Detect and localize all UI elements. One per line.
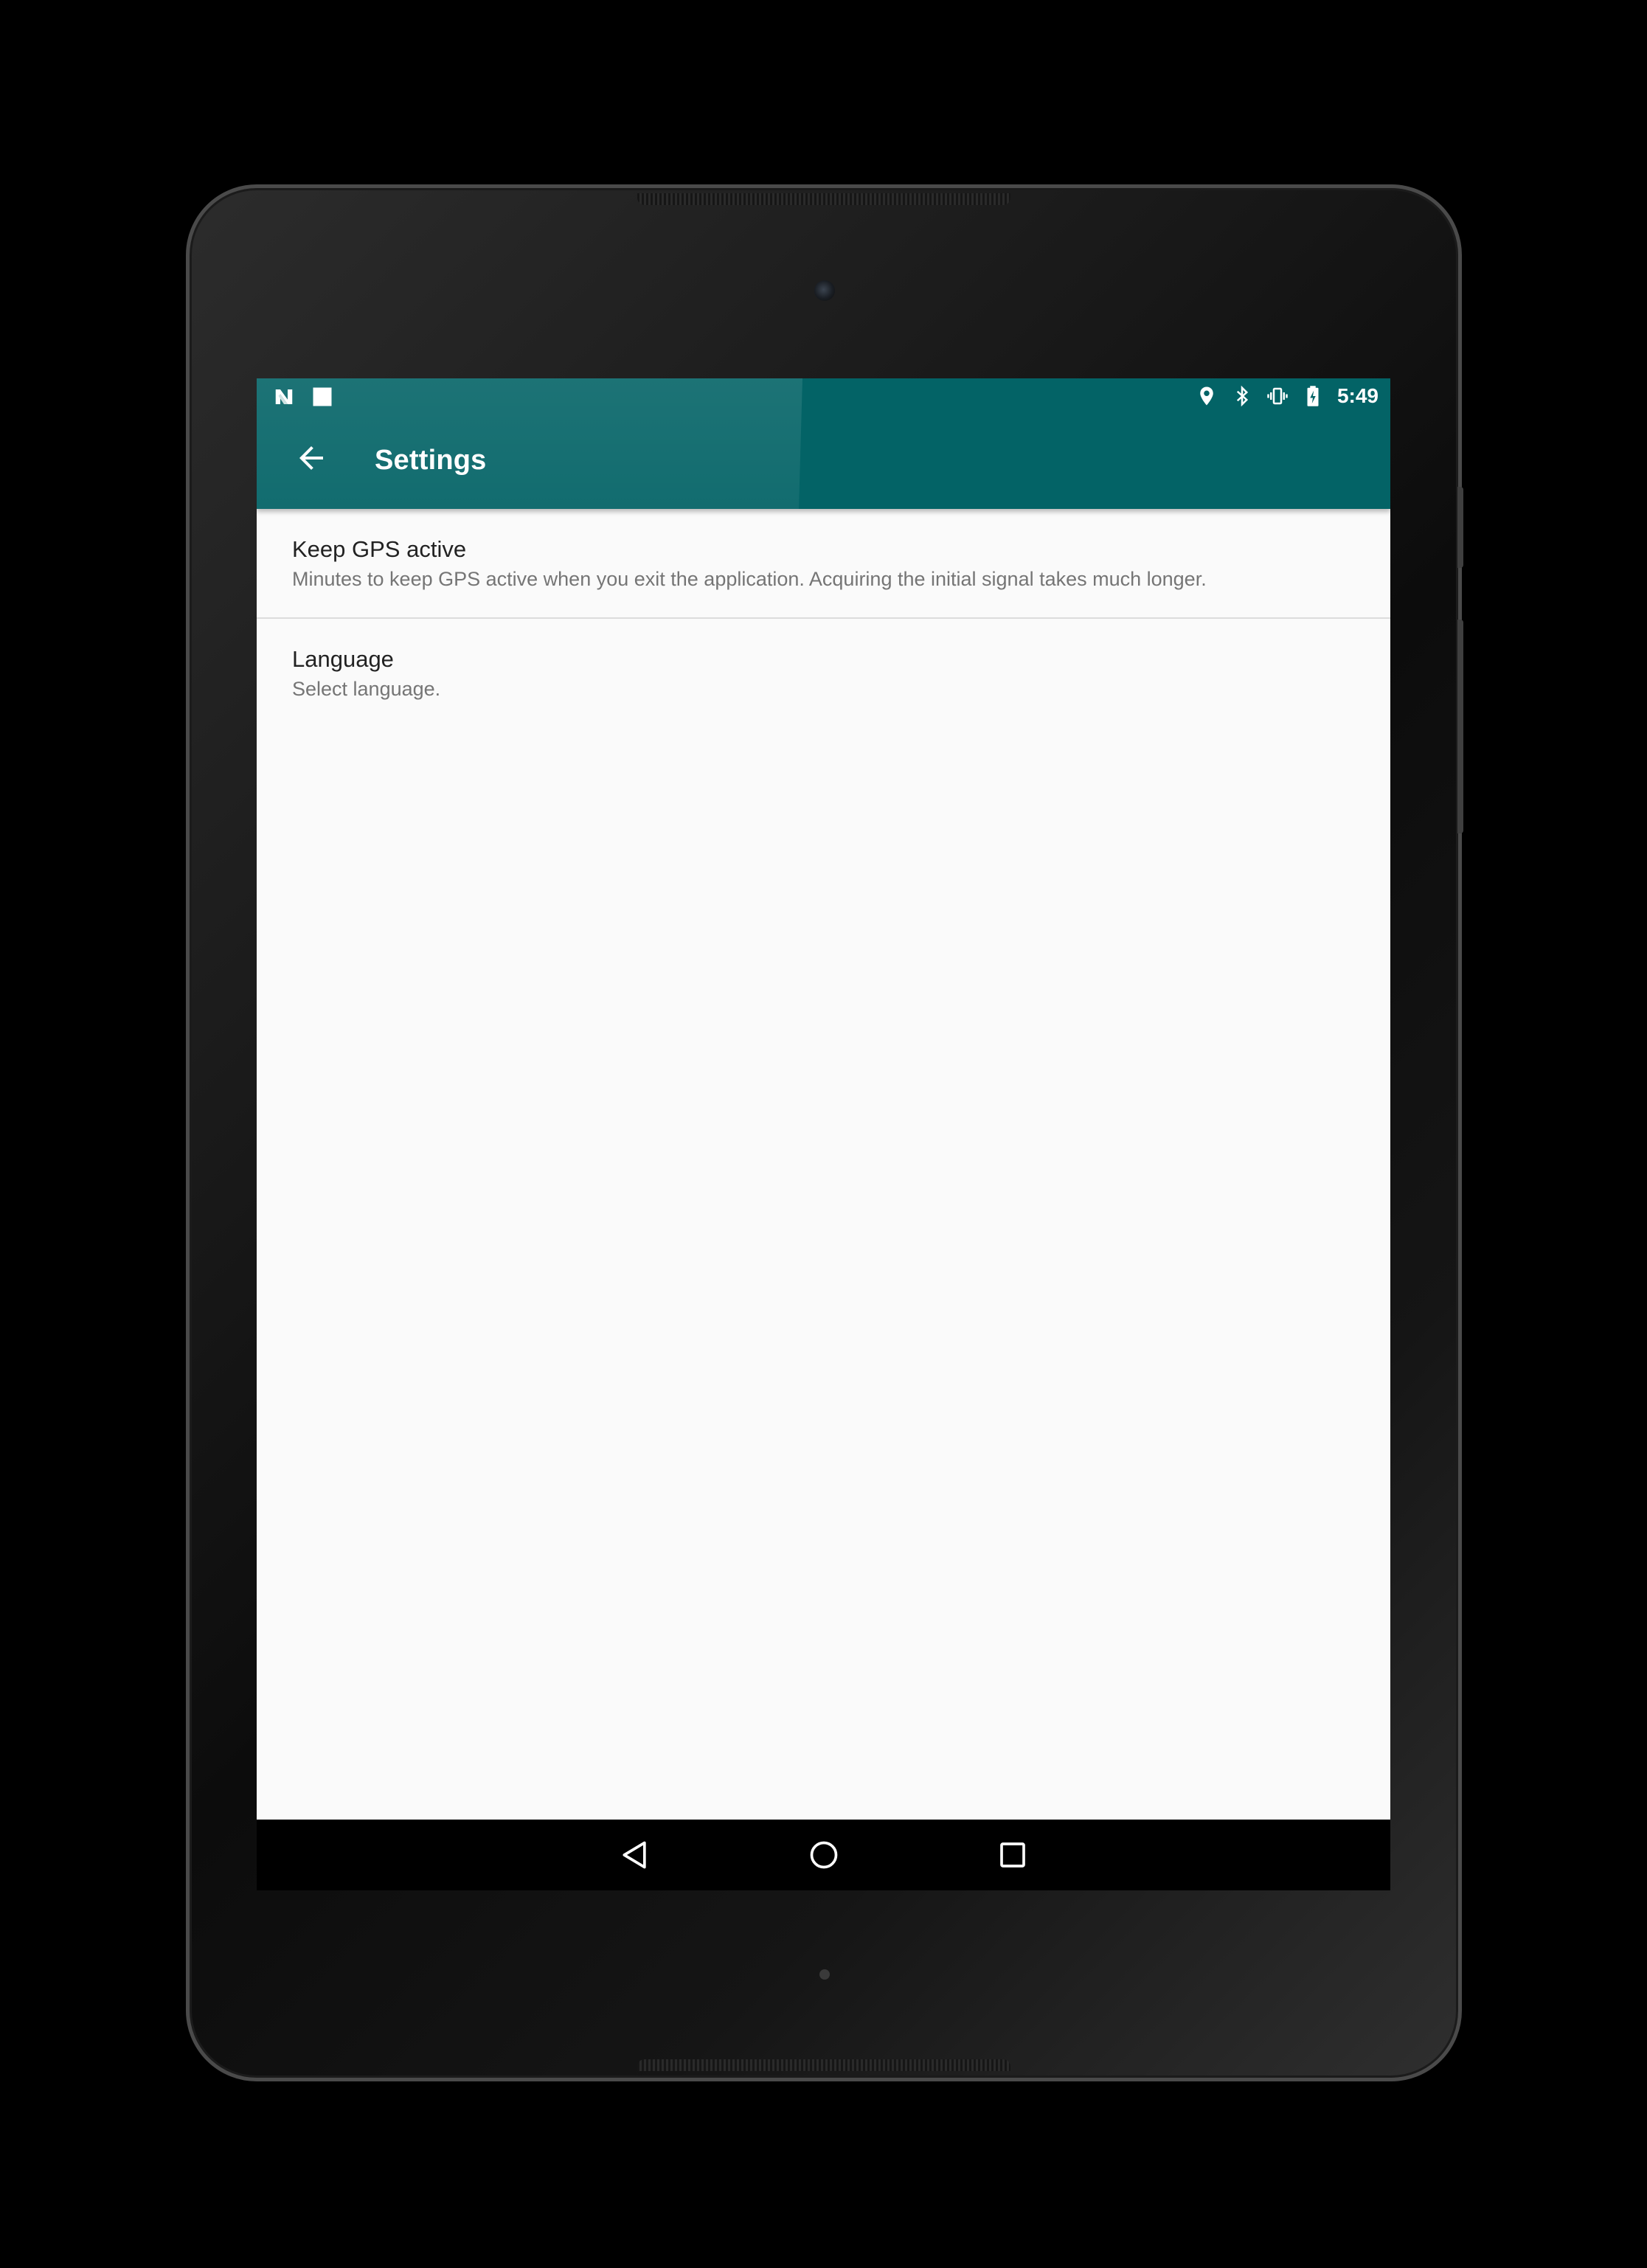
toolbar: Settings: [257, 415, 1390, 509]
power-button[interactable]: [1457, 487, 1463, 568]
nav-recents-button[interactable]: [991, 1833, 1035, 1877]
volume-rocker[interactable]: [1457, 620, 1463, 833]
pref-keep-gps-active[interactable]: Keep GPS active Minutes to keep GPS acti…: [257, 509, 1390, 617]
navigation-bar: [257, 1820, 1390, 1890]
battery-charging-icon: [1307, 386, 1319, 406]
bluetooth-icon: [1236, 385, 1249, 407]
vibrate-icon: [1267, 387, 1288, 405]
status-bar-left: [273, 386, 333, 408]
arrow-back-icon: [299, 446, 323, 470]
pref-title: Language: [292, 646, 394, 672]
notification-n-icon: [275, 389, 293, 404]
status-bar-right: 5:49: [1196, 384, 1379, 408]
device-screen: 5:49 Settings Keep GPS active Minutes to…: [257, 378, 1390, 1890]
page-title: Settings: [375, 445, 487, 476]
location-icon: [1200, 386, 1213, 406]
nav-back-button[interactable]: [613, 1833, 657, 1877]
bottom-speaker-grille: [637, 2059, 1010, 2071]
back-button[interactable]: [288, 434, 335, 482]
light-sensor: [819, 1969, 830, 1980]
pref-summary: Select language.: [292, 678, 441, 700]
front-camera: [814, 280, 835, 301]
status-bar: 5:49: [257, 378, 1390, 415]
status-bar-time: 5:49: [1336, 384, 1379, 407]
top-speaker-grille: [637, 193, 1010, 205]
home-circle-icon: [810, 1841, 837, 1869]
pref-title: Keep GPS active: [292, 536, 467, 562]
nav-home-button[interactable]: [802, 1833, 846, 1877]
back-triangle-icon: [623, 1841, 646, 1869]
notification-square-icon: [313, 387, 332, 406]
settings-list: Keep GPS active Minutes to keep GPS acti…: [257, 509, 1390, 1820]
pref-language[interactable]: Language Select language.: [257, 619, 1390, 727]
recents-square-icon: [999, 1842, 1025, 1868]
pref-summary: Minutes to keep GPS active when you exit…: [292, 568, 1207, 590]
app-bar: 5:49 Settings: [257, 378, 1390, 509]
